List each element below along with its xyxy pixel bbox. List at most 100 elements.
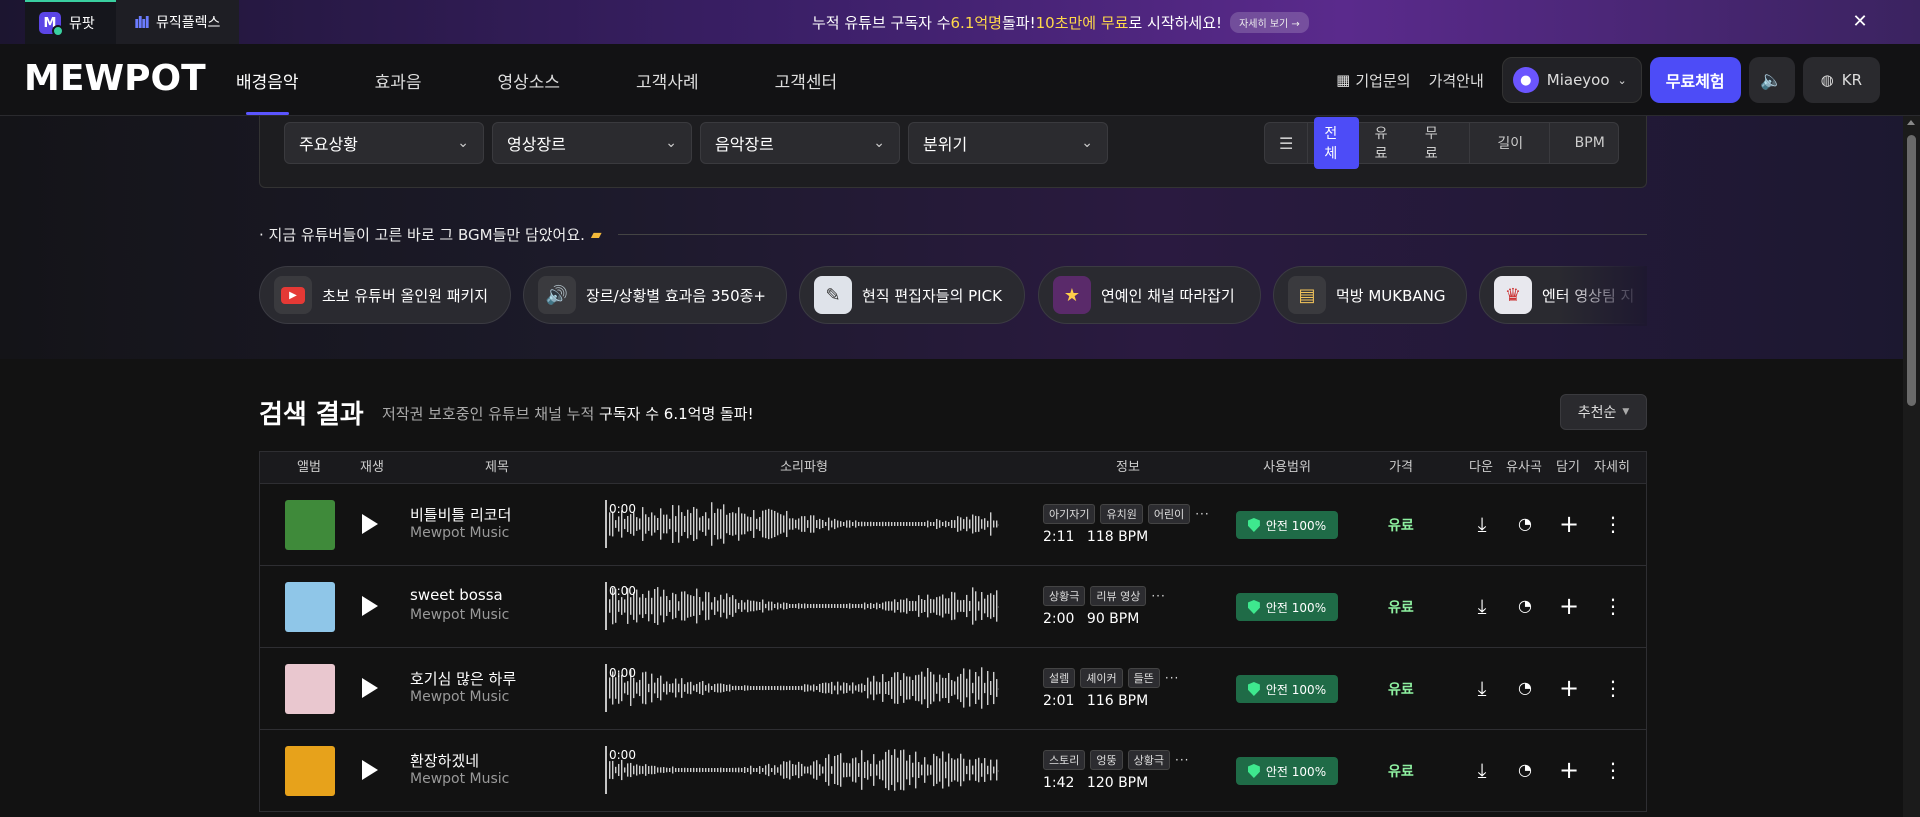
user-menu[interactable]: ● Miaeyoo ⌄ [1501, 57, 1642, 103]
volume-button[interactable]: 🔈 [1748, 57, 1795, 103]
more-options-icon[interactable]: ⋮ [1601, 676, 1625, 700]
table-row[interactable]: 환장하겠네 Mewpot Music · 0:00 스토리 엉뚱 상황극 ··· 1:… [260, 730, 1646, 812]
more-options-icon[interactable]: ⋮ [1601, 758, 1625, 782]
filter-bpm[interactable]: BPM [1561, 135, 1617, 151]
track-artist[interactable]: Mewpot Music [410, 525, 509, 541]
add-icon[interactable]: + [1557, 758, 1581, 782]
play-icon[interactable] [362, 596, 378, 616]
nav-support[interactable]: 고객센터 [775, 44, 838, 116]
add-icon[interactable]: + [1557, 676, 1581, 700]
track-artist[interactable]: Mewpot Music [410, 771, 509, 787]
enterprise-link[interactable]: ▦ 기업문의 [1336, 70, 1410, 91]
table-row[interactable]: 호기심 많은 하루 Mewpot Music · 0:00 설렘 셰이커 들뜬 ···… [260, 648, 1646, 730]
waveform-bar [723, 684, 725, 692]
scroll-thumb[interactable] [1907, 135, 1916, 406]
more-tags-icon[interactable]: ··· [1165, 671, 1179, 685]
chip-beginner-package[interactable]: ▶ 초보 유튜버 올인원 패키지 [259, 266, 511, 324]
download-icon[interactable]: ⤓ [1470, 512, 1494, 536]
table-row[interactable]: sweet bossa Mewpot Music · 0:00 상황극 리뷰 영상… [260, 566, 1646, 648]
track-tag[interactable]: 어린이 [1147, 504, 1191, 524]
waveform[interactable]: · [605, 500, 1003, 548]
track-title[interactable]: 호기심 많은 하루 [410, 668, 516, 689]
filter-icon[interactable]: ☰ [1265, 123, 1309, 163]
avatar: ● [1512, 67, 1539, 93]
track-tag[interactable]: 리뷰 영상 [1090, 586, 1147, 606]
track-artist[interactable]: Mewpot Music [410, 689, 509, 705]
play-icon[interactable] [362, 514, 378, 534]
album-cover[interactable] [285, 582, 335, 632]
price-all[interactable]: 전체 [1314, 117, 1359, 169]
scroll-up-arrow-icon[interactable] [1907, 120, 1915, 125]
table-row[interactable]: 비틀비틀 리코더 Mewpot Music · 0:00 아기자기 유치원 어린이 ·… [260, 484, 1646, 566]
track-tag[interactable]: 셰이커 [1080, 668, 1123, 688]
waveform-bar [822, 682, 824, 694]
play-icon[interactable] [362, 760, 378, 780]
pricing-link[interactable]: 가격안내 [1429, 70, 1484, 91]
filter-mood[interactable]: 분위기 ⌄ [908, 122, 1108, 164]
tab-musicflex[interactable]: ılıl 뮤직플렉스 [116, 0, 239, 44]
chip-mukbang[interactable]: ▤ 먹방 MUKBANG [1273, 266, 1467, 324]
track-title[interactable]: 비틀비틀 리코더 [410, 504, 511, 525]
filter-length[interactable]: 길이 [1482, 133, 1538, 153]
more-options-icon[interactable]: ⋮ [1601, 512, 1625, 536]
chip-sfx-350[interactable]: 🔊 장르/상황별 효과음 350종+ [523, 266, 787, 324]
promo-more-button[interactable]: 자세히 보기 → [1230, 11, 1309, 33]
more-options-icon[interactable]: ⋮ [1601, 594, 1625, 618]
free-trial-button[interactable]: 무료체험 [1649, 57, 1741, 103]
nav-sfx[interactable]: 효과음 [375, 44, 422, 116]
play-icon[interactable] [362, 678, 378, 698]
add-icon[interactable]: + [1557, 512, 1581, 536]
similar-tracks-icon[interactable]: ◔ [1513, 594, 1537, 618]
track-tag[interactable]: 상황극 [1043, 586, 1086, 606]
nav-bgm[interactable]: 배경음악 [236, 44, 299, 116]
close-icon[interactable]: ✕ [1850, 12, 1870, 32]
similar-tracks-icon[interactable]: ◔ [1513, 676, 1537, 700]
filter-music-genre[interactable]: 음악장르 ⌄ [700, 122, 900, 164]
download-icon[interactable]: ⤓ [1470, 676, 1494, 700]
track-tag[interactable]: 들뜬 [1127, 668, 1160, 688]
chip-editor-pick[interactable]: ✎ 현직 편집자들의 PICK [799, 266, 1025, 324]
nav-video-source[interactable]: 영상소스 [497, 44, 560, 116]
waveform-bar [942, 677, 944, 699]
album-cover[interactable] [285, 746, 335, 796]
tab-mewpot[interactable]: M 뮤팟 [25, 0, 116, 44]
waveform[interactable]: · [605, 582, 1003, 630]
similar-tracks-icon[interactable]: ◔ [1513, 758, 1537, 782]
track-tag[interactable]: 아기자기 [1043, 504, 1096, 524]
track-tag[interactable]: 엉뚱 [1090, 750, 1123, 770]
track-tag[interactable]: 유치원 [1100, 504, 1143, 524]
track-artist[interactable]: Mewpot Music [410, 607, 509, 623]
brand-logo[interactable]: MEWPOT [24, 58, 206, 99]
page-scrollbar[interactable] [1903, 116, 1920, 817]
waveform[interactable]: · [605, 664, 1003, 712]
hero-section: 주요상황 ⌄ 영상장르 ⌄ 음악장르 ⌄ 분위기 ⌄ ☰ 전체 유료 무료 길이… [0, 116, 1920, 359]
waveform[interactable]: · [605, 746, 1003, 794]
folder-icon: ▰ [590, 226, 602, 243]
album-cover[interactable] [285, 664, 335, 714]
more-tags-icon[interactable]: ··· [1195, 507, 1209, 521]
site-header: MEWPOT 배경음악 효과음 영상소스 고객사례 고객센터 ▦ 기업문의 가격… [0, 44, 1920, 116]
similar-tracks-icon[interactable]: ◔ [1513, 512, 1537, 536]
track-tag[interactable]: 상황극 [1127, 750, 1170, 770]
more-tags-icon[interactable]: ··· [1175, 753, 1189, 767]
sort-dropdown[interactable]: 추천순 ▼ [1560, 394, 1647, 430]
track-title[interactable]: sweet bossa [410, 586, 503, 604]
filter-video-genre[interactable]: 영상장르 ⌄ [492, 122, 692, 164]
download-icon[interactable]: ⤓ [1470, 594, 1494, 618]
add-icon[interactable]: + [1557, 594, 1581, 618]
language-button[interactable]: ◍ KR [1802, 57, 1880, 103]
track-title[interactable]: 환장하겠네 [410, 750, 479, 771]
download-icon[interactable]: ⤓ [1470, 758, 1494, 782]
nav-cases[interactable]: 고객사례 [636, 44, 699, 116]
track-tag[interactable]: 설렘 [1043, 668, 1076, 688]
track-tag[interactable]: 스토리 [1043, 750, 1086, 770]
more-tags-icon[interactable]: ··· [1151, 589, 1165, 603]
chip-celebrity[interactable]: ★ 연예인 채널 따라잡기 [1038, 266, 1261, 324]
price-paid[interactable]: 유료 [1365, 117, 1409, 169]
album-cover[interactable] [285, 500, 335, 550]
tab-mewpot-label: 뮤팟 [69, 16, 95, 32]
promo-message[interactable]: 누적 유튜브 구독자 수 6.1억명 돌파! 10초만에 무료 로 시작하세요!… [812, 0, 1309, 44]
price-free[interactable]: 무료 [1415, 117, 1459, 169]
filter-situation[interactable]: 주요상황 ⌄ [284, 122, 484, 164]
chip-label: 초보 유튜버 올인원 패키지 [322, 286, 489, 305]
